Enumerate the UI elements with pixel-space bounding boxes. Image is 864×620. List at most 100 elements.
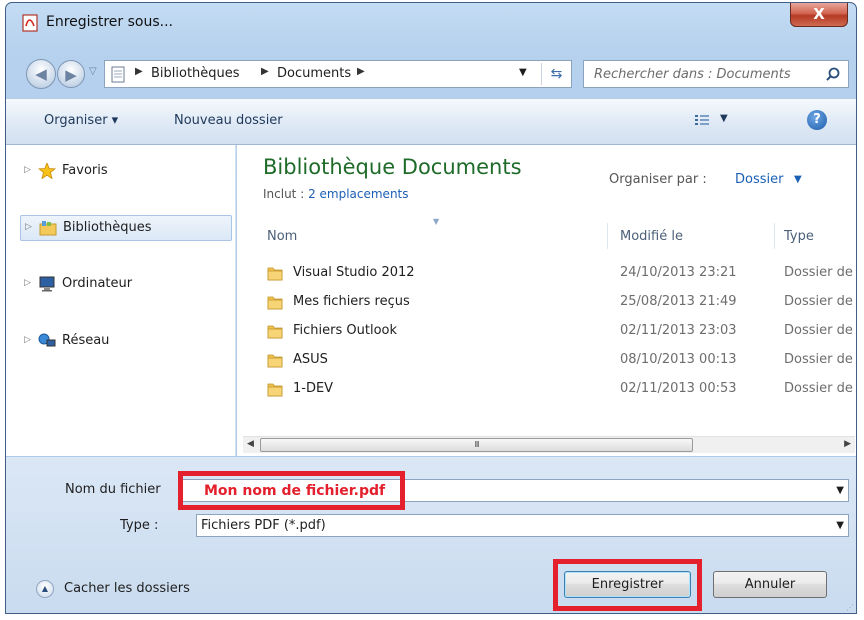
column-header-modified[interactable]: Modifié le: [620, 229, 683, 244]
resize-grip-icon[interactable]: ⋰: [846, 603, 854, 612]
scrollbar-thumb[interactable]: III: [260, 438, 693, 452]
forward-button[interactable]: ▶: [57, 60, 85, 88]
title-bar: Enregistrer sous... X: [6, 3, 856, 41]
arrange-by-label: Organiser par :: [609, 172, 707, 187]
file-type-cell: Dossier de: [784, 352, 853, 367]
file-modified-date: 25/08/2013 21:49: [620, 294, 737, 309]
navigation-pane: ▷ Favoris ▷ Bibliothèques ▷ Ordinateur ▷: [6, 145, 236, 456]
close-button[interactable]: X: [790, 3, 848, 27]
column-header-name[interactable]: Nom: [267, 229, 297, 244]
cancel-button[interactable]: Annuler: [713, 571, 827, 598]
column-header-type[interactable]: Type: [784, 229, 814, 244]
arrange-by-dropdown[interactable]: Dossier: [735, 172, 783, 187]
nav-item-computer[interactable]: ▷ Ordinateur: [20, 272, 232, 298]
breadcrumb-separator-icon[interactable]: ▶: [357, 66, 365, 77]
file-name: Visual Studio 2012: [293, 265, 415, 280]
new-folder-button[interactable]: Nouveau dossier: [174, 113, 283, 128]
filename-dropdown-icon[interactable]: ▼: [836, 485, 844, 496]
file-name: ASUS: [293, 352, 328, 367]
scroll-right-icon[interactable]: ▶: [844, 439, 851, 449]
library-includes: Inclut : 2 emplacements: [263, 187, 409, 201]
file-name: Fichiers Outlook: [293, 323, 398, 338]
search-icon[interactable]: [826, 67, 840, 81]
save-button[interactable]: Enregistrer: [564, 571, 691, 598]
breadcrumb-documents[interactable]: Documents: [277, 66, 351, 81]
folder-icon: [267, 352, 283, 368]
file-row[interactable]: Fichiers Outlook 02/11/2013 23:03 Dossier …: [263, 320, 856, 344]
expand-arrow-icon[interactable]: ▷: [24, 278, 31, 288]
star-icon: [38, 163, 56, 179]
file-type-cell: Dossier de: [784, 265, 853, 280]
file-type-select[interactable]: Fichiers PDF (*.pdf) ▼: [196, 514, 849, 537]
file-type-dropdown-icon[interactable]: ▼: [836, 520, 844, 531]
nav-item-libraries[interactable]: ▷ Bibliothèques: [20, 215, 232, 241]
file-type-value: Fichiers PDF (*.pdf): [201, 518, 326, 533]
libraries-icon: [39, 221, 57, 236]
window-title: Enregistrer sous...: [46, 14, 173, 30]
command-toolbar: Organiser ▾ Nouveau dossier ▼ ?: [6, 98, 856, 145]
file-modified-date: 08/10/2013 00:13: [620, 352, 737, 367]
back-button[interactable]: ◀: [26, 59, 56, 89]
file-modified-date: 02/11/2013 00:53: [620, 381, 737, 396]
file-type-label: Type :: [120, 518, 159, 533]
save-form: Nom du fichier Mon nom de fichier.pdf ▼ …: [6, 457, 856, 613]
search-placeholder: Rechercher dans : Documents: [594, 67, 791, 82]
organize-menu-button[interactable]: Organiser ▾: [44, 113, 118, 128]
address-bar[interactable]: ▶ Bibliothèques ▶ Documents ▶ ▼ ⇆: [104, 60, 572, 88]
folder-icon: [267, 265, 283, 281]
save-as-dialog: Enregistrer sous... X ◀ ▶ ▽ ▶ Bibliothèq…: [5, 2, 857, 614]
nav-item-network[interactable]: ▷ Réseau: [20, 329, 232, 355]
help-icon[interactable]: ?: [807, 110, 827, 130]
expand-arrow-icon[interactable]: ▷: [24, 335, 31, 345]
file-name: 1-DEV: [293, 381, 334, 396]
address-dropdown-icon[interactable]: ▼: [519, 67, 527, 78]
computer-icon: [39, 276, 55, 292]
filename-value[interactable]: Mon nom de fichier.pdf: [204, 483, 385, 499]
breadcrumb-libraries[interactable]: Bibliothèques: [151, 66, 240, 81]
nav-item-label: Favoris: [62, 163, 108, 178]
file-type-cell: Dossier de: [784, 323, 853, 338]
filename-field[interactable]: Mon nom de fichier.pdf ▼: [181, 479, 849, 502]
back-arrow-icon: ◀: [35, 65, 47, 83]
folder-icon: [267, 294, 283, 310]
file-list-pane: Bibliothèque Documents Inclut : 2 emplac…: [237, 145, 856, 456]
expand-arrow-icon[interactable]: ▷: [25, 222, 32, 232]
file-row[interactable]: 1-DEV 02/11/2013 00:53 Dossier de: [263, 378, 856, 402]
column-divider[interactable]: [607, 223, 608, 249]
address-row: ◀ ▶ ▽ ▶ Bibliothèques ▶ Documents ▶ ▼ ⇆ …: [6, 51, 856, 97]
arrange-by-dropdown-icon[interactable]: ▼: [794, 174, 802, 185]
search-input[interactable]: Rechercher dans : Documents: [583, 60, 849, 88]
recent-pages-dropdown-icon[interactable]: ▽: [89, 66, 97, 77]
collapse-up-icon[interactable]: ▲: [36, 580, 54, 598]
refresh-icon[interactable]: ⇆: [541, 63, 571, 85]
breadcrumb-separator-icon[interactable]: ▶: [135, 66, 143, 77]
horizontal-scrollbar[interactable]: ◀ III ▶: [243, 436, 855, 453]
library-title: Bibliothèque Documents: [263, 155, 522, 179]
view-details-icon[interactable]: [694, 113, 710, 127]
column-divider[interactable]: [774, 223, 775, 249]
pdf-app-icon: [22, 14, 38, 32]
hide-folders-label[interactable]: Cacher les dossiers: [64, 581, 190, 596]
file-row[interactable]: Mes fichiers reçus 25/08/2013 21:49 Dossie…: [263, 291, 856, 315]
nav-item-label: Réseau: [62, 333, 110, 348]
scroll-left-icon[interactable]: ◀: [247, 439, 254, 449]
view-options-dropdown-icon[interactable]: ▼: [720, 113, 728, 124]
file-row[interactable]: Visual Studio 2012 24/10/2013 23:21 Dossie…: [263, 262, 856, 286]
filename-label: Nom du fichier: [65, 482, 161, 497]
file-type-cell: Dossier de: [784, 381, 853, 396]
nav-item-favorites[interactable]: ▷ Favoris: [20, 159, 232, 185]
folder-icon: [267, 381, 283, 397]
includes-prefix: Inclut :: [263, 187, 309, 201]
expand-arrow-icon[interactable]: ▷: [24, 165, 31, 175]
folder-icon: [267, 323, 283, 339]
file-name: Mes fichiers reçus: [293, 294, 410, 309]
sort-indicator-icon: ▼: [433, 217, 440, 226]
file-type-cell: Dossier de: [784, 294, 853, 309]
address-page-icon: [111, 66, 125, 83]
forward-arrow-icon: ▶: [65, 66, 77, 84]
breadcrumb-separator-icon[interactable]: ▶: [261, 66, 269, 77]
includes-locations-link[interactable]: 2 emplacements: [308, 187, 408, 201]
file-modified-date: 02/11/2013 23:03: [620, 323, 737, 338]
file-row[interactable]: ASUS 08/10/2013 00:13 Dossier de: [263, 349, 856, 373]
network-icon: [38, 333, 56, 347]
